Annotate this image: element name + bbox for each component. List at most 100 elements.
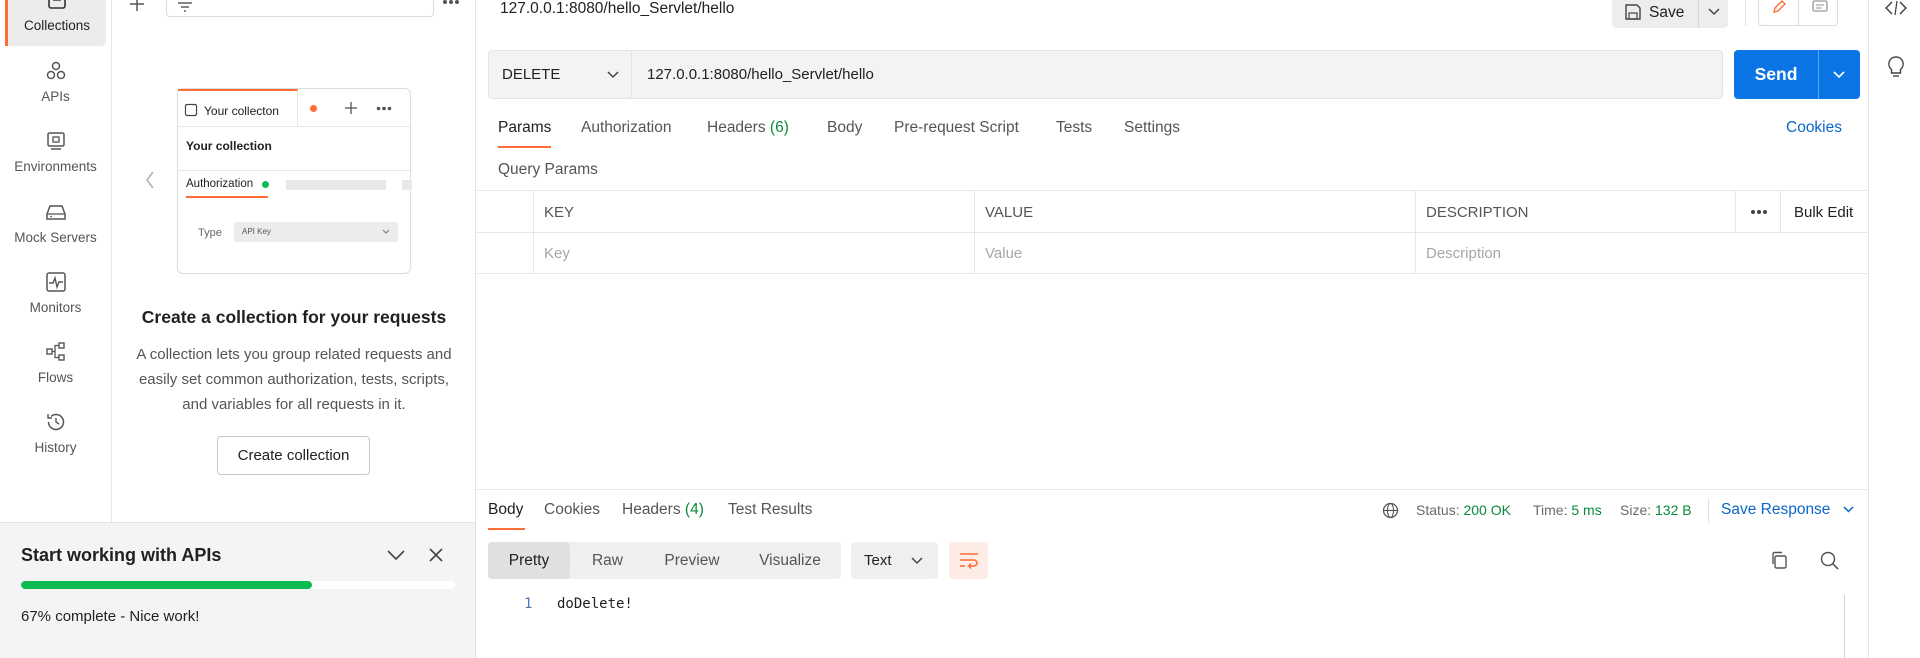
bulk-edit-button[interactable]: Bulk Edit [1794,204,1853,221]
sidebar-item-flows[interactable]: Flows [5,340,106,402]
response-tab-headers-label: Headers [622,501,681,518]
save-response-label: Save Response [1721,501,1831,518]
copy-icon[interactable] [1770,551,1788,570]
right-rail [1868,0,1920,658]
collections-icon [48,0,66,9]
save-label: Save [1649,4,1685,21]
globe-icon[interactable] [1382,502,1399,519]
send-button[interactable]: Send [1734,50,1860,99]
response-body-text[interactable]: doDelete! [557,596,633,612]
response-active-tab-indicator [488,528,525,530]
comment-icon[interactable] [1811,0,1829,15]
view-toggle[interactable] [1758,0,1838,26]
tab-settings[interactable]: Settings [1124,119,1180,137]
more-icon[interactable] [442,0,460,5]
collection-illustration: Your collecton Your collection Authoriza… [177,88,412,274]
tab-body[interactable]: Body [827,119,862,137]
value-input[interactable]: Value [985,245,1022,262]
history-icon [46,413,64,431]
edit-icon[interactable] [1771,0,1787,15]
tab-params[interactable]: Params [498,119,551,137]
language-select-value: Text [864,552,892,569]
tab-headers[interactable]: Headers (6) [707,119,789,137]
method-label: DELETE [502,66,561,83]
tab-headers-count: (6) [769,119,789,136]
status-value[interactable]: 200 OK [1463,502,1510,518]
format-visualize[interactable]: Visualize [739,542,841,579]
sidebar-item-mock-servers[interactable]: Mock Servers [5,200,106,262]
status-info: Status: 200 OK [1416,502,1511,518]
onboarding-progress-bar [21,581,455,589]
illustration-tab-title: Your collecton [204,104,279,118]
column-header-description: DESCRIPTION [1426,204,1529,221]
sidebar-item-monitors[interactable]: Monitors [5,270,106,332]
document-icon [184,103,198,117]
illustration-type-label: Type [198,227,222,239]
sidebar-item-apis[interactable]: APIs [5,59,106,121]
save-response-button[interactable]: Save Response [1721,501,1854,519]
size-value[interactable]: 132 B [1655,502,1692,518]
tab-authorization[interactable]: Authorization [581,119,671,137]
method-select[interactable]: DELETE [489,51,632,98]
format-segmented-control: Pretty Raw Preview Visualize [488,542,841,579]
line-number: 1 [524,596,533,612]
lightbulb-icon[interactable] [1886,55,1906,79]
url-input[interactable]: 127.0.0.1:8080/hello_Servlet/hello [647,66,874,83]
format-pretty[interactable]: Pretty [488,542,570,579]
key-input[interactable]: Key [544,245,570,262]
close-icon[interactable] [428,547,444,563]
response-divider [477,489,1868,490]
response-tab-test-results[interactable]: Test Results [728,501,812,519]
chevron-down-icon [382,229,390,234]
chevron-down-icon[interactable] [1833,71,1845,79]
chevron-down-icon[interactable] [1708,8,1720,16]
time-value[interactable]: 5 ms [1571,502,1601,518]
language-select[interactable]: Text [851,542,938,579]
search-collections-input[interactable] [166,0,434,17]
sidebar-item-label: Mock Servers [14,230,97,245]
sidebar-item-label: Collections [23,18,91,33]
description-input[interactable]: Description [1426,245,1501,262]
format-preview[interactable]: Preview [645,542,739,579]
format-raw[interactable]: Raw [570,542,645,579]
column-header-key: KEY [544,204,575,221]
search-icon[interactable] [1820,551,1839,570]
cookies-link[interactable]: Cookies [1786,119,1842,137]
scrollbar[interactable] [1844,595,1845,658]
tab-pre-request-script[interactable]: Pre-request Script [894,119,1019,137]
response-tab-headers[interactable]: Headers (4) [622,501,704,519]
tab-tests[interactable]: Tests [1056,119,1092,137]
create-collection-button[interactable]: Create collection [217,436,370,475]
illustration-heading: Your collection [186,139,272,153]
carousel-prev-icon[interactable] [145,171,155,189]
onboarding-status: 67% complete - Nice work! [21,608,200,625]
chevron-down-icon [1843,506,1854,513]
params-table: KEY VALUE DESCRIPTION Bulk Edit Key Valu… [477,190,1868,274]
response-tab-cookies[interactable]: Cookies [544,501,600,519]
add-icon[interactable] [129,0,145,12]
chevron-down-icon[interactable] [387,550,405,561]
query-params-label: Query Params [498,161,598,178]
unsaved-dot [310,105,317,112]
wrap-lines-button[interactable] [949,542,988,579]
sidebar-item-environments[interactable]: Environments [5,129,106,191]
code-icon[interactable] [1885,1,1907,15]
illustration-type-value: API Key [242,227,271,236]
save-icon [1625,4,1641,20]
flows-icon [45,342,65,361]
onboarding-card: Start working with APIs 67% complete - N… [0,522,476,658]
more-icon[interactable] [1750,209,1768,215]
sidebar-item-label: Environments [14,159,97,174]
illustration-auth-tab: Authorization [186,178,254,190]
sidebar-item-collections[interactable]: Collections [5,0,106,46]
column-header-value: VALUE [985,204,1034,221]
empty-state-description: A collection lets you group related requ… [136,346,452,413]
sidebar-item-label: APIs [41,89,70,104]
response-tab-body[interactable]: Body [488,501,523,519]
size-info: Size: 132 B [1620,502,1692,518]
sidebar-item-label: Flows [37,370,74,385]
environments-icon [46,132,65,150]
sidebar-item-history[interactable]: History [5,410,106,472]
save-button[interactable]: Save [1612,0,1728,28]
status-label: Status: [1416,502,1460,518]
